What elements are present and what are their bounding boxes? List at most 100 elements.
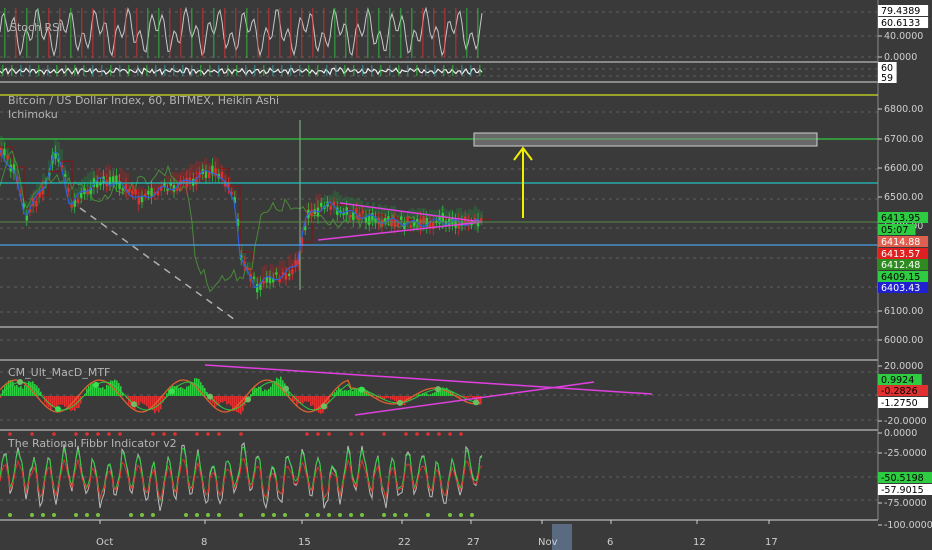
macd-histogram-bar — [226, 396, 228, 405]
axis-value-label: -57.9015 — [881, 485, 924, 496]
macd-pane-title: CM_Ult_MacD_MTF — [8, 366, 110, 379]
macd-histogram-bar — [266, 390, 268, 396]
fibbr-red-dot — [239, 432, 243, 436]
stoch-pane-title: Stoch RSI — [10, 21, 62, 34]
macd-cross-dot — [283, 385, 289, 392]
mini-bar — [479, 65, 481, 76]
fibbr-red-dot — [173, 432, 177, 436]
macd-histogram-bar — [354, 389, 356, 396]
macd-histogram-bar — [236, 396, 238, 412]
macd-histogram-bar — [188, 385, 190, 396]
stoch-signal-bar — [147, 8, 149, 58]
mini-bar — [416, 65, 418, 76]
fibbr-green-dot — [195, 513, 199, 517]
mini-bar — [83, 65, 85, 76]
macd-histogram-bar — [12, 381, 14, 396]
stoch-signal-bar — [455, 8, 457, 58]
mini-bar — [209, 65, 211, 76]
mini-bar — [119, 65, 121, 76]
macd-histogram-bar — [50, 396, 52, 410]
macd-histogram-bar — [138, 396, 140, 406]
macd-cross-dot — [55, 406, 61, 413]
mini-bar — [380, 65, 382, 76]
fibbr-red-dot — [52, 432, 56, 436]
macd-histogram-bar — [342, 390, 344, 396]
macd-histogram-bar — [308, 396, 310, 402]
axis-tick-label: -75.0000 — [884, 498, 927, 509]
fibbr-green-dot — [404, 513, 408, 517]
mini-bar — [74, 65, 76, 76]
stoch-signal-bar — [290, 8, 292, 58]
mini-bar — [281, 65, 283, 76]
macd-histogram-bar — [142, 396, 144, 404]
macd-histogram-bar — [60, 396, 62, 405]
macd-histogram-bar — [62, 396, 64, 405]
axis-value-label: 59 — [881, 73, 893, 84]
macd-histogram-bar — [180, 387, 182, 396]
axis-value-label: 0.9924 — [881, 375, 914, 386]
fibbr-green-dot — [338, 513, 342, 517]
axis-value-label: -1.2750 — [881, 398, 918, 409]
fibbr-green-dot — [272, 513, 276, 517]
stoch-signal-bar — [477, 8, 479, 58]
mini-bar — [272, 65, 274, 76]
stoch-signal-bar — [136, 8, 138, 58]
macd-histogram-bar — [54, 396, 56, 408]
mini-bar — [146, 65, 148, 76]
mini-bar — [155, 65, 157, 76]
candle-body — [412, 222, 416, 227]
stoch-signal-bar — [158, 8, 160, 58]
axis-tick-label: 6700.00 — [884, 134, 923, 145]
fibbr-red-dot — [107, 432, 111, 436]
mini-bar — [263, 65, 265, 76]
stoch-signal-bar — [125, 8, 127, 58]
chart-canvas[interactable]: Stoch RSI Bitcoin / US Dollar Index, 60,… — [0, 0, 932, 550]
fibbr-green-dot — [8, 513, 12, 517]
axis-value-label: 6413.57 — [881, 249, 920, 260]
stoch-signal-bar — [389, 8, 391, 58]
macd-cross-dot — [93, 381, 99, 388]
macd-histogram-bar — [16, 385, 18, 396]
mini-bar — [362, 65, 364, 76]
macd-histogram-bar — [228, 396, 230, 404]
fibbr-green-dot — [316, 513, 320, 517]
fibbr-green-dot — [448, 513, 452, 517]
candle-body — [112, 176, 115, 183]
fibbr-green-dot — [305, 513, 309, 517]
fibbr-green-dot — [239, 513, 243, 517]
mini-bar — [236, 65, 238, 76]
axis-tick-label: 6800.00 — [884, 104, 923, 115]
stoch-signal-bar — [70, 8, 72, 58]
axis-value-label: 6414.88 — [881, 237, 920, 248]
fibbr-red-dot — [426, 432, 430, 436]
macd-histogram-bar — [270, 386, 272, 396]
fibbr-green-dot — [283, 513, 287, 517]
macd-histogram-bar — [280, 376, 282, 396]
candle-body — [220, 171, 224, 178]
macd-histogram-bar — [104, 389, 106, 396]
macd-histogram-bar — [10, 380, 12, 396]
macd-histogram-bar — [470, 396, 472, 397]
candle-body — [176, 188, 179, 191]
target-zone-box[interactable] — [473, 132, 818, 147]
macd-histogram-bar — [468, 396, 470, 398]
macd-histogram-bar — [310, 396, 312, 406]
stoch-signal-bar — [411, 8, 413, 58]
mini-bar — [443, 65, 445, 76]
fibbr-red-dot — [217, 432, 221, 436]
macd-histogram-bar — [96, 386, 98, 396]
macd-histogram-bar — [264, 389, 266, 396]
macd-histogram-bar — [98, 387, 100, 396]
candle-body — [121, 188, 124, 191]
axis-tick-label: 0.0000 — [884, 52, 917, 63]
macd-histogram-bar — [306, 396, 308, 402]
macd-histogram-bar — [318, 396, 320, 413]
macd-histogram-bar — [272, 383, 274, 396]
fibbr-red-dot — [8, 432, 12, 436]
mini-bar — [398, 65, 400, 76]
macd-histogram-bar — [108, 385, 110, 396]
macd-histogram-bar — [350, 389, 352, 396]
macd-histogram-bar — [24, 385, 26, 396]
axis-tick-label: 6100.00 — [884, 306, 923, 317]
fibbr-red-dot — [349, 432, 353, 436]
